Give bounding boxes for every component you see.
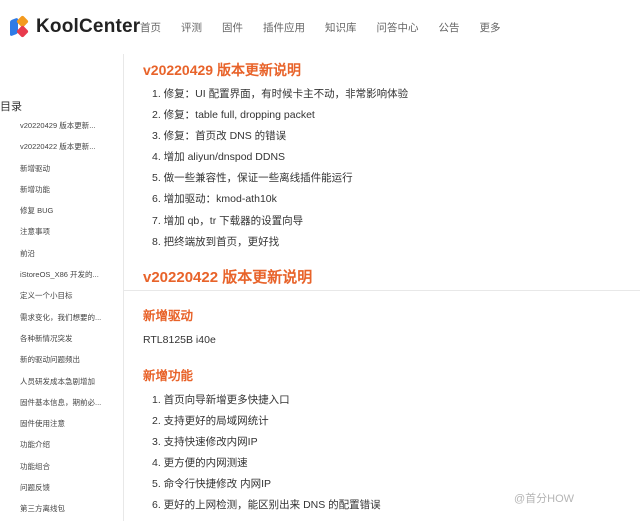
section-title-v20220422: v20220422 版本更新说明 xyxy=(143,269,313,286)
toc-item[interactable]: v20220422 版本更新... xyxy=(20,141,120,162)
toc-item[interactable]: 固件使用注意 xyxy=(20,418,120,439)
list-item: 1. 首页向导新增更多快捷入口 xyxy=(152,394,290,406)
watermark: @首分HOW xyxy=(514,493,575,505)
changelog-list-v20220429: 1. 修复：UI 配置界面，有时候卡主不动，非常影响体验 2. 修复：table… xyxy=(152,87,408,256)
toc-item[interactable]: v20220429 版本更新... xyxy=(20,120,120,141)
koolcenter-logo-icon xyxy=(10,15,30,38)
toc-item[interactable]: 各种新情况突发 xyxy=(20,333,120,354)
list-item: 7. 增加 qb，tr 下载器的设置向导 xyxy=(152,214,304,227)
toc-item[interactable]: 第三方离线包 xyxy=(20,503,120,521)
nav-knowledge[interactable]: 知识库 xyxy=(325,20,357,35)
toc-item[interactable]: 需求变化，我们想要的... xyxy=(20,312,120,333)
toc-title: 目录 xyxy=(0,101,22,113)
toc-item[interactable]: 功能介绍 xyxy=(20,439,120,460)
toc-list: v20220429 版本更新... v20220422 版本更新... 新增驱动… xyxy=(20,120,120,521)
toc-item[interactable]: 问题反馈 xyxy=(20,482,120,503)
subheading-new-features: 新增功能 xyxy=(143,369,194,383)
toc-item[interactable]: 新增功能 xyxy=(20,184,120,205)
section-title-v20220429: v20220429 版本更新说明 xyxy=(143,62,301,78)
nav-home[interactable]: 首页 xyxy=(140,20,161,35)
nav-plugins[interactable]: 插件应用 xyxy=(263,20,305,35)
logo-text: KoolCenter xyxy=(36,16,141,37)
toc-item[interactable]: 定义一个小目标 xyxy=(20,290,120,311)
toc-item[interactable]: 新增驱动 xyxy=(20,163,120,184)
nav-qa[interactable]: 问答中心 xyxy=(377,20,419,35)
article-content: v20220429 版本更新说明 1. 修复：UI 配置界面，有时候卡主不动，非… xyxy=(124,54,640,521)
subheading-new-drivers: 新增驱动 xyxy=(143,309,194,323)
list-item: 5. 命令行快捷修改 内网IP xyxy=(152,478,272,491)
list-item: 4. 增加 aliyun/dnspod DDNS xyxy=(152,151,286,164)
nav-announcements[interactable]: 公告 xyxy=(439,20,460,35)
list-item: 6. 增加驱动：kmod-ath10k xyxy=(152,193,277,206)
list-item: 6. 更好的上网检测，能区别出来 DNS 的配置错误 xyxy=(152,499,381,512)
features-list: 1. 首页向导新增更多快捷入口 2. 支持更好的局域网统计 3. 支持快速修改内… xyxy=(152,393,381,520)
list-item: 1. 修复：UI 配置界面，有时候卡主不动，非常影响体验 xyxy=(152,88,409,100)
nav-reviews[interactable]: 评测 xyxy=(181,20,202,35)
toc-item[interactable]: 注意事项 xyxy=(20,226,120,247)
toc-item[interactable]: 新的驱动问题频出 xyxy=(20,354,120,375)
toc-sidebar: 目录 v20220429 版本更新... v20220422 版本更新... 新… xyxy=(0,54,124,521)
list-item: 3. 支持快速修改内网IP xyxy=(152,436,258,449)
nav-more[interactable]: 更多 xyxy=(480,20,501,35)
site-logo[interactable]: KoolCenter xyxy=(10,15,141,38)
list-item: 4. 更方便的内网测速 xyxy=(152,457,248,470)
main-nav: 首页 评测 固件 插件应用 知识库 问答中心 公告 更多 xyxy=(140,20,521,35)
toc-item[interactable]: 固件基本信息，期前必... xyxy=(20,397,120,418)
toc-item[interactable]: 功能组合 xyxy=(20,461,120,482)
toc-item[interactable]: iStoreOS_X86 开发的... xyxy=(20,269,120,290)
toc-item[interactable]: 修复 BUG xyxy=(20,205,120,226)
list-item: 8. 把终端放到首页，更好找 xyxy=(152,235,280,248)
list-item: 2. 修复：table full, dropping packet xyxy=(152,109,315,122)
top-header: KoolCenter 首页 评测 固件 插件应用 知识库 问答中心 公告 更多 xyxy=(0,0,640,54)
nav-firmware[interactable]: 固件 xyxy=(222,20,243,35)
drivers-text: RTL8125B i40e xyxy=(143,334,216,346)
list-item: 5. 做一些兼容性，保证一些离线插件能运行 xyxy=(152,172,353,185)
list-item: 3. 修复：首页改 DNS 的错误 xyxy=(152,130,287,143)
section-divider xyxy=(124,290,640,291)
list-item: 2. 支持更好的局域网统计 xyxy=(152,415,269,428)
toc-item[interactable]: 前沿 xyxy=(20,248,120,269)
toc-item[interactable]: 人员研发成本急剧增加 xyxy=(20,376,120,397)
